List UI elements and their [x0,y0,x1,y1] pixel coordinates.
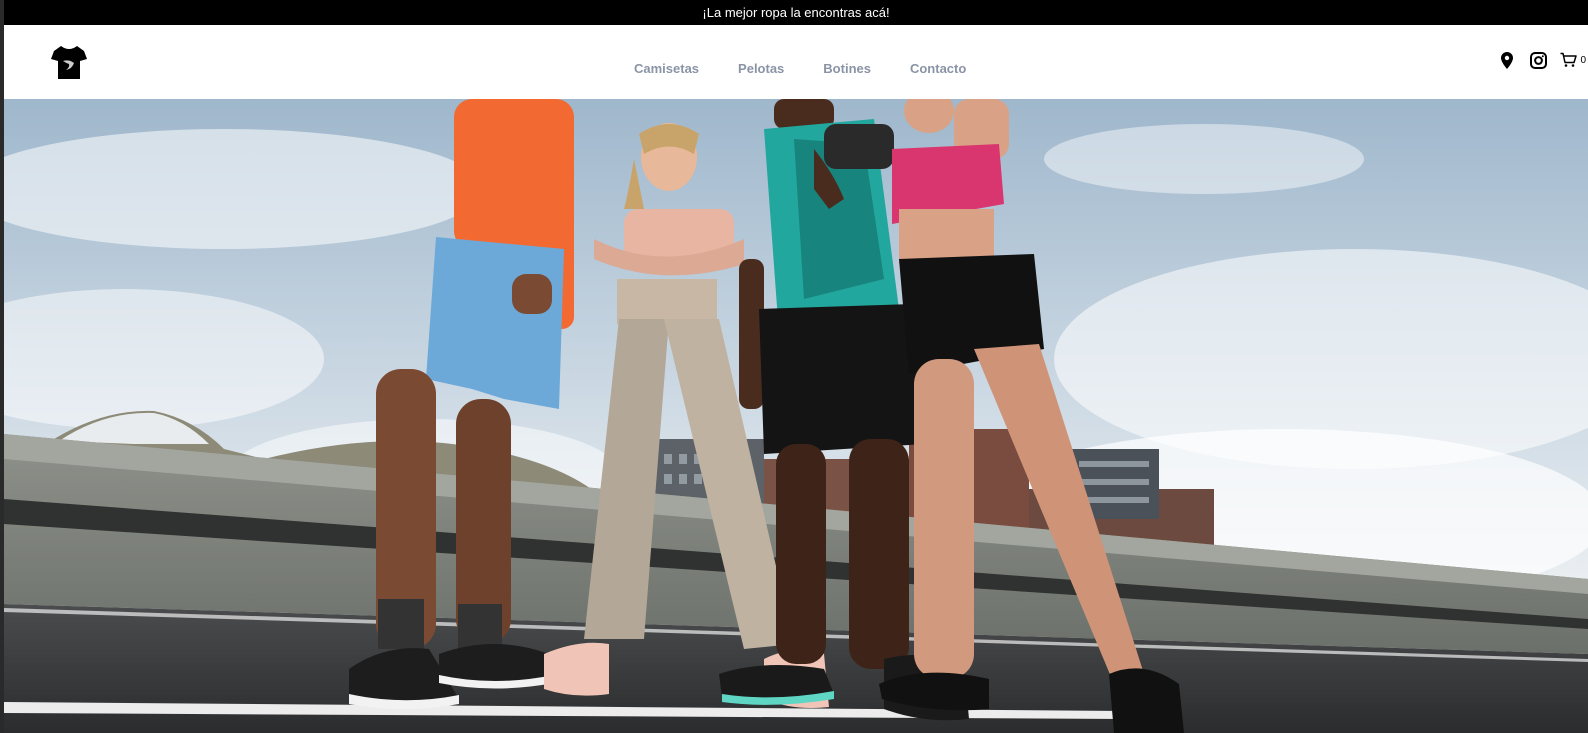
site-header: Camisetas Pelotas Botines Contacto 0 [4,25,1588,99]
header-icons: 0 [1499,51,1588,69]
nav-camisetas[interactable]: Camisetas [634,61,699,76]
nav-botines[interactable]: Botines [823,61,871,76]
page-frame: ¡La mejor ropa la encontras acá! Camiset… [4,0,1588,733]
hero-banner [4,99,1588,733]
hero-image [4,99,1588,733]
instagram-icon[interactable] [1529,51,1547,69]
shopping-cart-icon [1560,52,1578,68]
map-pin-icon[interactable] [1499,51,1515,69]
main-nav: Camisetas Pelotas Botines Contacto [634,61,966,76]
announcement-text: ¡La mejor ropa la encontras acá! [702,5,890,20]
nav-contacto[interactable]: Contacto [910,61,966,76]
cart-count: 0 [1580,54,1586,66]
tshirt-logo-icon[interactable] [50,43,88,81]
announcement-bar: ¡La mejor ropa la encontras acá! [4,0,1588,25]
cart-button[interactable]: 0 [1560,52,1586,68]
nav-pelotas[interactable]: Pelotas [738,61,784,76]
